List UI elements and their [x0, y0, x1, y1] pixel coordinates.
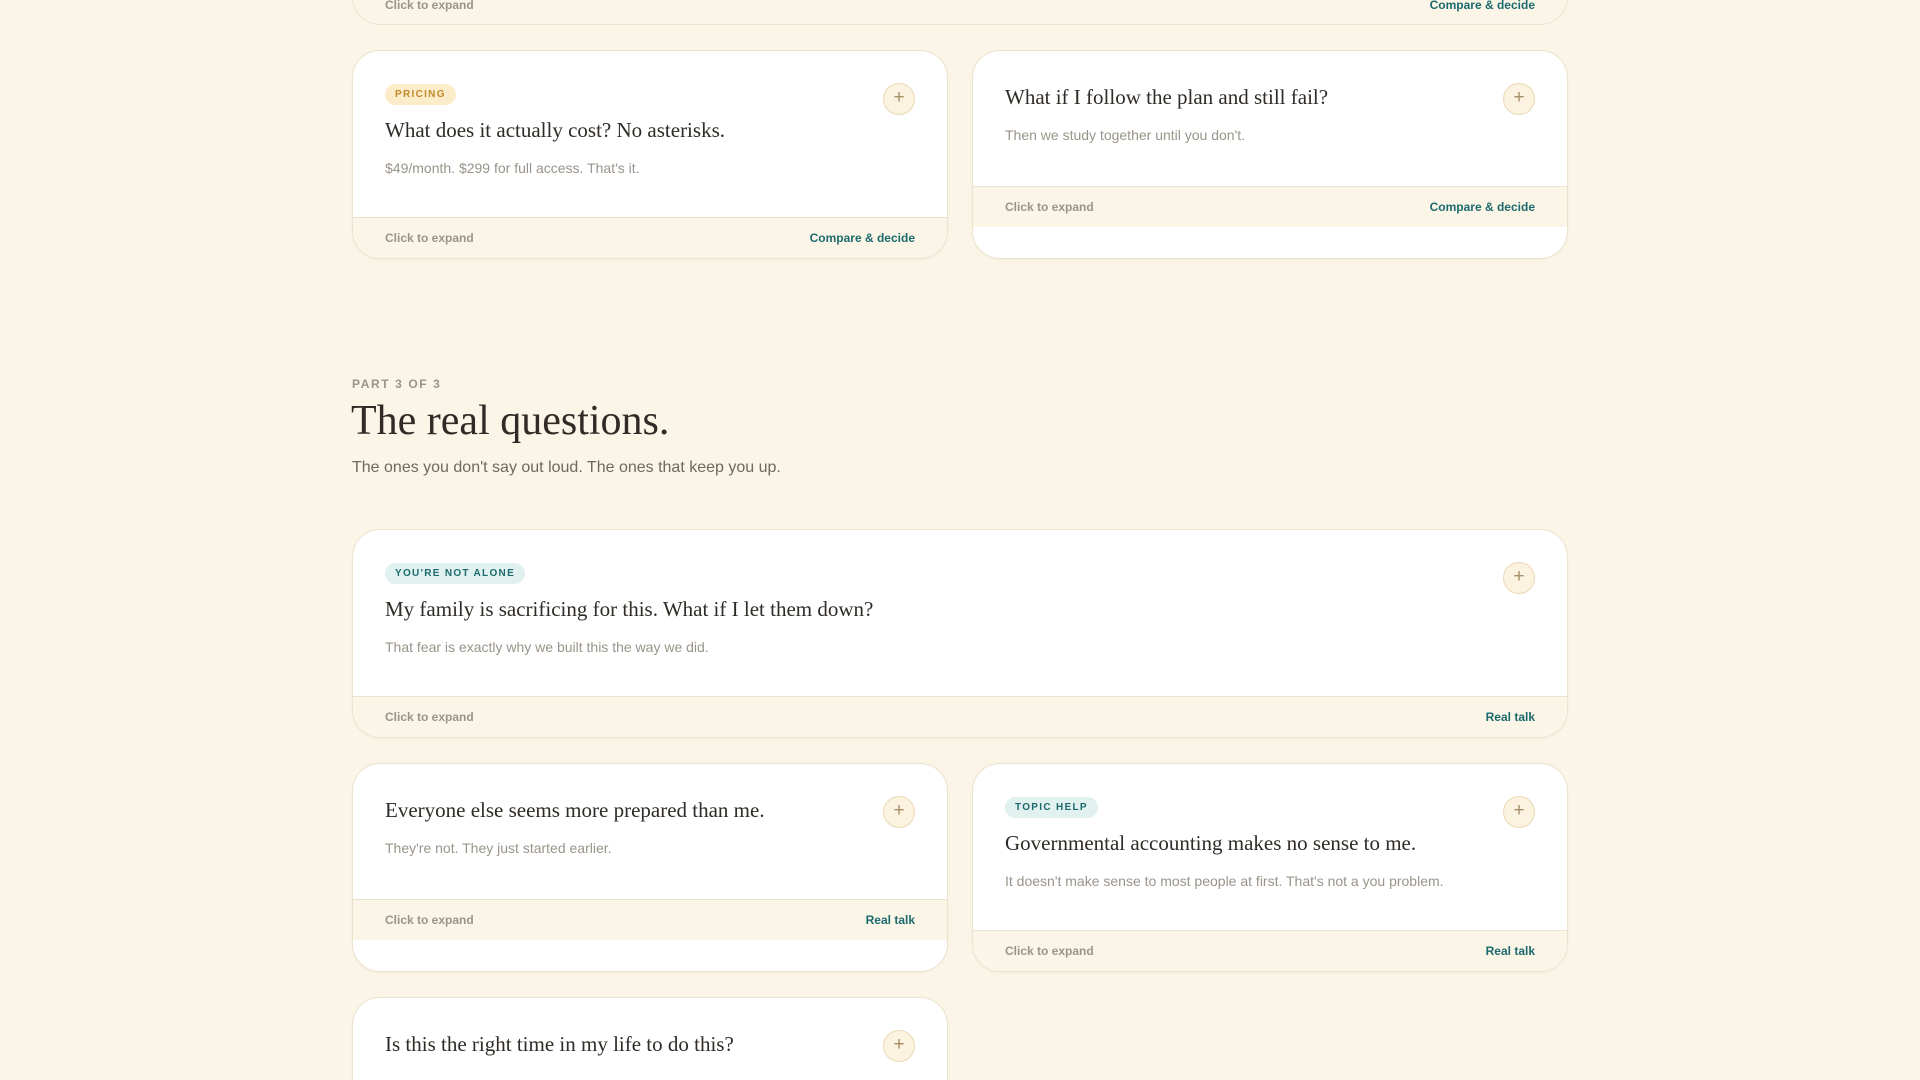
expand-hint[interactable]: Click to expand: [1005, 944, 1094, 958]
real-talk-link[interactable]: Real talk: [866, 913, 915, 927]
card-answer-preview: $49/month. $299 for full access. That's …: [385, 160, 640, 177]
pricing-tag: PRICING: [385, 84, 456, 105]
compare-decide-link[interactable]: Compare & decide: [1430, 0, 1535, 12]
card-question: What if I follow the plan and still fail…: [1005, 85, 1329, 109]
expand-hint[interactable]: Click to expand: [385, 231, 474, 245]
card-footer: Click to expand Real talk: [353, 899, 947, 940]
compare-decide-link[interactable]: Compare & decide: [810, 231, 915, 245]
card-question: Everyone else seems more prepared than m…: [385, 798, 765, 822]
compare-decide-link[interactable]: Compare & decide: [1430, 200, 1535, 214]
expand-hint[interactable]: Click to expand: [1005, 200, 1094, 214]
card-footer: Click to expand Compare & decide: [973, 186, 1567, 227]
plus-icon[interactable]: +: [883, 83, 915, 115]
plus-icon[interactable]: +: [883, 796, 915, 828]
section-eyebrow: PART 3 OF 3: [352, 377, 442, 391]
card-footer: Click to expand Compare & decide: [353, 217, 947, 258]
real-talk-link[interactable]: Real talk: [1486, 710, 1535, 724]
card-question: What does it actually cost? No asterisks…: [385, 118, 725, 142]
plus-icon[interactable]: +: [1503, 796, 1535, 828]
topic-help-tag: TOPIC HELP: [1005, 797, 1098, 818]
plus-icon[interactable]: +: [1503, 83, 1535, 115]
plus-icon[interactable]: +: [883, 1030, 915, 1062]
section-title: The real questions.: [351, 398, 670, 444]
plus-icon[interactable]: +: [1503, 562, 1535, 594]
card-question: My family is sacrificing for this. What …: [385, 597, 874, 621]
card-answer-preview: They're not. They just started earlier.: [385, 840, 612, 857]
faq-card-pricing[interactable]: PRICING What does it actually cost? No a…: [352, 50, 948, 259]
faq-card-right-time[interactable]: Is this the right time in my life to do …: [352, 997, 948, 1080]
card-answer-preview: That fear is exactly why we built this t…: [385, 639, 709, 656]
not-alone-tag: YOU'RE NOT ALONE: [385, 563, 526, 584]
expand-hint[interactable]: Click to expand: [385, 0, 474, 12]
real-talk-link[interactable]: Real talk: [1486, 944, 1535, 958]
card-answer-preview: It doesn't make sense to most people at …: [1005, 873, 1444, 890]
card-question: Is this the right time in my life to do …: [385, 1032, 734, 1056]
expand-hint[interactable]: Click to expand: [385, 913, 474, 927]
section-subtitle: The ones you don't say out loud. The one…: [352, 459, 781, 476]
previous-card-footer: Click to expand Compare & decide: [352, 0, 1568, 25]
card-footer: Click to expand Real talk: [973, 930, 1567, 971]
card-question: Governmental accounting makes no sense t…: [1005, 831, 1417, 855]
card-footer: Click to expand Real talk: [353, 696, 1567, 737]
faq-card-still-fail[interactable]: What if I follow the plan and still fail…: [972, 50, 1568, 259]
expand-hint[interactable]: Click to expand: [385, 710, 474, 724]
faq-card-gov-accounting[interactable]: TOPIC HELP Governmental accounting makes…: [972, 763, 1568, 972]
card-answer-preview: Then we study together until you don't.: [1005, 127, 1246, 144]
faq-card-family[interactable]: YOU'RE NOT ALONE My family is sacrificin…: [352, 529, 1568, 738]
faq-card-prepared[interactable]: Everyone else seems more prepared than m…: [352, 763, 948, 972]
